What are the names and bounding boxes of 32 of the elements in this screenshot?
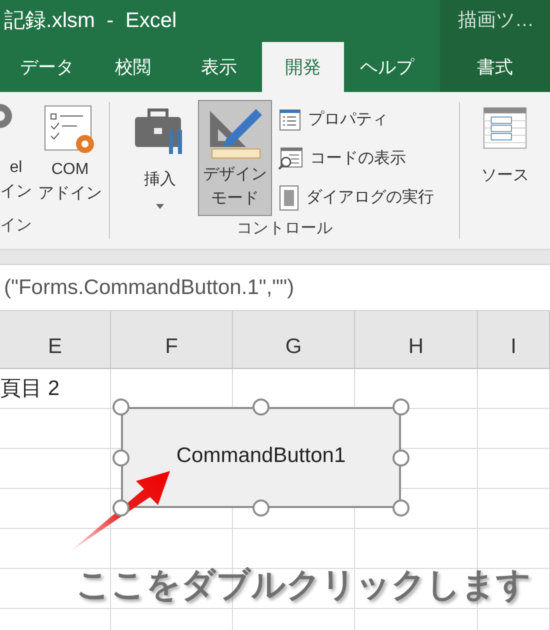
ribbon-small-button[interactable]: プロパティ — [278, 106, 434, 133]
addin-button[interactable]: COM アドイン — [38, 104, 102, 206]
formula-bar[interactable]: ("Forms.CommandButton.1","") — [0, 264, 550, 311]
column-header[interactable]: F — [111, 311, 233, 368]
ribbon-small-button[interactable]: ダイアログの実行 — [278, 184, 434, 211]
properties-list-icon — [278, 108, 302, 132]
column-header[interactable]: E — [0, 311, 111, 368]
source-button[interactable]: ソース — [480, 106, 530, 188]
column-header[interactable]: I — [478, 311, 550, 368]
ribbon-tab[interactable]: データ — [4, 42, 90, 92]
dialog-icon — [278, 184, 300, 210]
formula-text: ("Forms.CommandButton.1","") — [4, 274, 294, 301]
ribbon-small-button[interactable]: コードの表示 — [278, 145, 434, 172]
table-cell-text: 頁目 2 — [0, 376, 61, 402]
column-header[interactable]: G — [233, 311, 355, 368]
command-button[interactable]: CommandButton1 — [121, 407, 401, 508]
ribbon-tab[interactable]: 校閲 — [90, 42, 176, 92]
ribbon-tab[interactable]: 開発 — [262, 42, 344, 92]
annotation-text: ここをダブルクリックします — [76, 565, 531, 606]
ribbon-tab[interactable]: 表示 — [176, 42, 262, 92]
ribbon-tab[interactable]: ヘルプ — [344, 42, 430, 92]
insert-button[interactable]: 挿入 — [128, 102, 192, 216]
group-label: イン — [0, 216, 33, 236]
window-title: 記録.xlsm - Excel — [3, 8, 177, 34]
code-view-icon — [278, 146, 304, 172]
ribbon-tab[interactable]: 書式 — [440, 42, 550, 92]
caret-icon — [156, 204, 164, 209]
column-header[interactable]: H — [355, 311, 478, 368]
design-mode-button[interactable]: デザイン モード — [198, 100, 272, 216]
group-label: コントロール — [236, 219, 332, 239]
context-tool-label: 描画ツ… — [440, 0, 550, 42]
addin-button[interactable]: el イン — [0, 104, 32, 204]
